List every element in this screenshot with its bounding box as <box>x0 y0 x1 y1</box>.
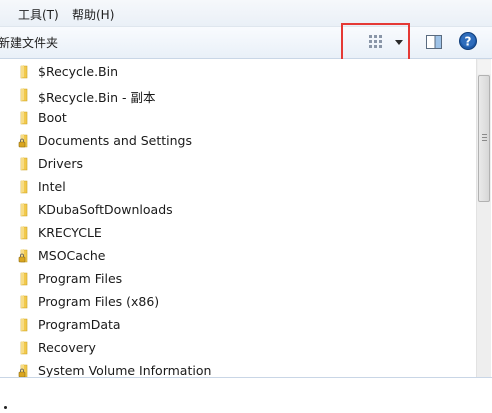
list-item[interactable]: Intel <box>18 176 458 198</box>
list-item[interactable]: Boot <box>18 107 458 129</box>
menu-tools[interactable]: 工具(T) <box>18 6 59 23</box>
file-name: System Volume Information <box>38 363 212 377</box>
list-item[interactable]: System Volume Information <box>18 360 458 377</box>
folder-icon <box>20 157 28 171</box>
help-icon[interactable]: ? <box>458 31 478 51</box>
file-name: Boot <box>38 110 67 125</box>
file-name: Intel <box>38 179 66 194</box>
locked-folder-icon <box>18 134 28 148</box>
scroll-up-button[interactable] <box>478 60 491 74</box>
vertical-scrollbar[interactable] <box>476 59 491 377</box>
status-area <box>0 377 492 413</box>
file-name: KDubaSoftDownloads <box>38 202 173 217</box>
thumb-grip <box>482 134 487 135</box>
list-item[interactable]: Recovery <box>18 337 458 359</box>
list-item[interactable]: KDubaSoftDownloads <box>18 199 458 221</box>
file-name: $Recycle.Bin - 副本 <box>38 90 156 105</box>
file-name: Program Files <box>38 271 123 286</box>
list-item[interactable]: Program Files (x86) <box>18 291 458 313</box>
menu-help[interactable]: 帮助(H) <box>72 6 114 23</box>
locked-folder-icon <box>18 364 28 377</box>
folder-icon <box>20 226 28 240</box>
list-item[interactable]: Program Files <box>18 268 458 290</box>
preview-pane-icon[interactable] <box>424 32 444 52</box>
file-name: Recovery <box>38 340 96 355</box>
file-name: Program Files (x86) <box>38 294 160 309</box>
file-name: Drivers <box>38 156 83 171</box>
folder-icon <box>20 341 28 355</box>
list-item[interactable]: Drivers <box>18 153 458 175</box>
folder-icon <box>20 88 28 102</box>
new-folder-button[interactable]: 新建文件夹 <box>0 34 58 51</box>
svg-text:?: ? <box>465 35 472 49</box>
status-dot <box>4 406 7 409</box>
file-name: KRECYCLE <box>38 225 102 240</box>
list-item[interactable]: MSOCache <box>18 245 458 267</box>
folder-icon <box>20 111 28 125</box>
thumb-grip <box>482 140 487 141</box>
folder-icon <box>20 180 28 194</box>
folder-icon <box>20 272 28 286</box>
file-name: MSOCache <box>38 248 106 263</box>
folder-icon <box>20 203 28 217</box>
folder-icon <box>20 318 28 332</box>
highlight-annotation <box>341 23 410 63</box>
locked-folder-icon <box>18 249 28 263</box>
file-name: Documents and Settings <box>38 133 193 148</box>
command-toolbar: 新建文件夹 ? <box>0 27 492 59</box>
thumb-grip <box>482 137 487 138</box>
list-item[interactable]: $Recycle.Bin - 副本 <box>18 84 458 106</box>
file-name: $Recycle.Bin <box>38 64 119 79</box>
list-item[interactable]: $Recycle.Bin <box>18 61 458 83</box>
explorer-window: 工具(T) 帮助(H) 新建文件夹 ? $Recycle.Bin $Recycl… <box>0 0 492 413</box>
folder-icon <box>20 295 28 309</box>
scroll-thumb[interactable] <box>478 75 490 202</box>
list-item[interactable]: KRECYCLE <box>18 222 458 244</box>
folder-icon <box>20 65 28 79</box>
list-item[interactable]: ProgramData <box>18 314 458 336</box>
file-name: ProgramData <box>38 317 121 332</box>
file-list: $Recycle.Bin $Recycle.Bin - 副本 Boot Docu… <box>0 59 476 377</box>
list-item[interactable]: Documents and Settings <box>18 130 458 152</box>
menu-bar: 工具(T) 帮助(H) <box>0 0 492 27</box>
